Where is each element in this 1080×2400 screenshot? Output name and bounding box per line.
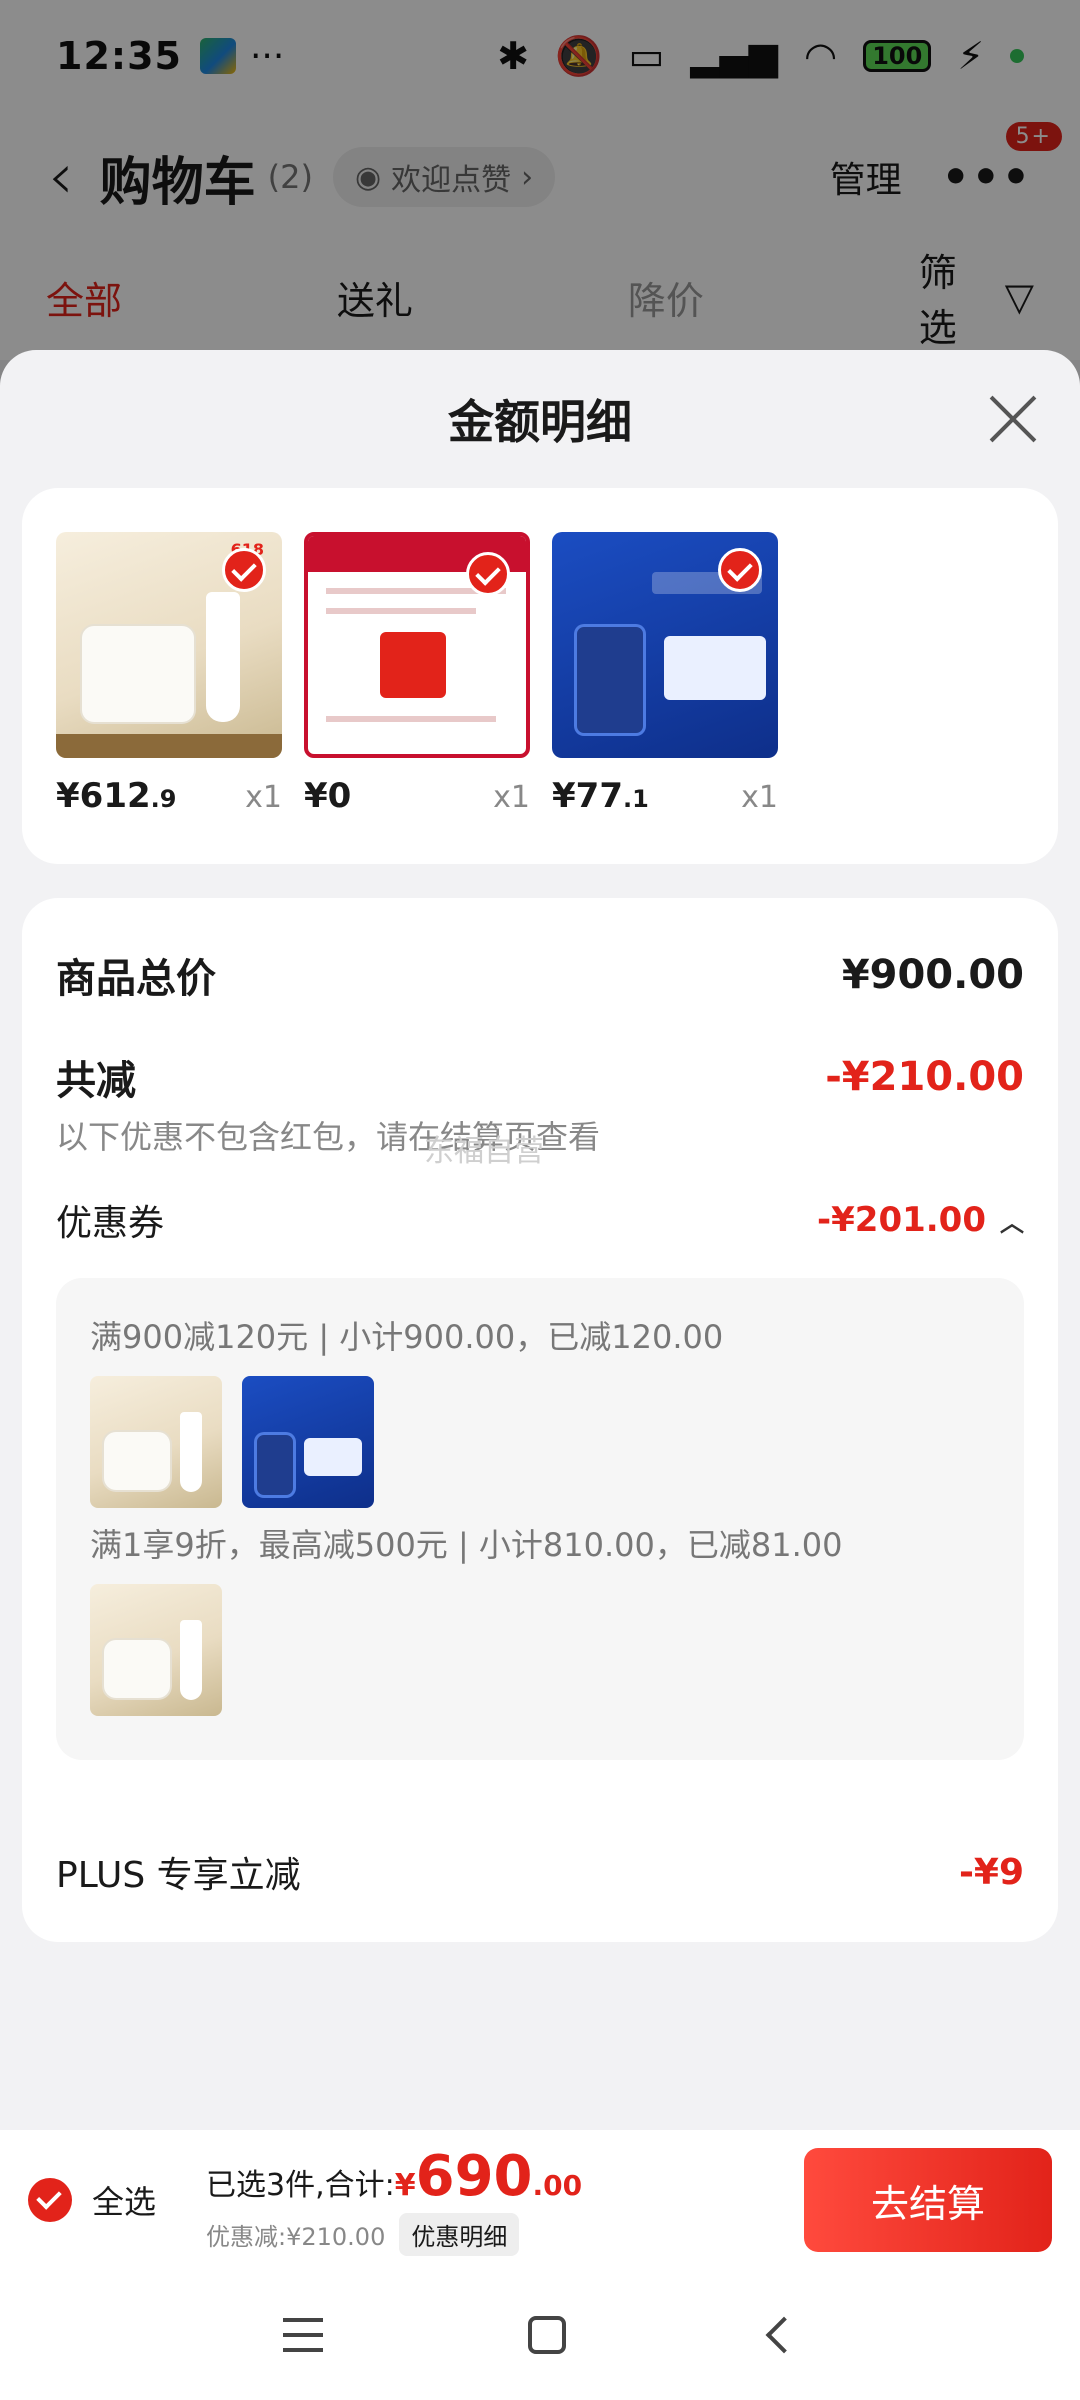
promo-banner-graphic <box>664 636 766 700</box>
selected-products-card: 618 ¥612.9 x1 ¥0 x1 <box>22 488 1058 864</box>
tube-graphic <box>180 1620 202 1700</box>
back-nav-icon[interactable] <box>765 2316 803 2354</box>
discount-detail-button[interactable]: 优惠明细 <box>399 2213 520 2256</box>
sheet-header: 金额明细 <box>0 350 1080 488</box>
chevron-up-icon: ︿ <box>1000 1208 1024 1237</box>
promo-banner-graphic <box>304 1438 362 1476</box>
bottle-graphic <box>574 624 646 736</box>
total-line: 已选3件,合计: ¥ 690 .00 <box>206 2144 582 2209</box>
discount-line: 优惠减:¥210.00 优惠明细 <box>206 2213 582 2256</box>
bottle-graphic <box>254 1432 296 1498</box>
price-row: ¥612.9 x1 <box>56 776 282 816</box>
sheet-title: 金额明细 <box>448 395 632 449</box>
coupon-product-thumb <box>90 1376 222 1508</box>
total-price-row: 商品总价 ¥900.00 <box>56 946 1024 1004</box>
jar-graphic <box>104 1640 170 1698</box>
product-image <box>304 532 530 758</box>
recent-apps-icon[interactable] <box>282 2318 323 2352</box>
coupon-product-thumb <box>90 1584 222 1716</box>
jar-graphic <box>82 626 194 722</box>
checkout-bar: 全选 已选3件,合计: ¥ 690 .00 优惠减:¥210.00 优惠明细 去… <box>0 2130 1080 2270</box>
close-icon[interactable] <box>986 392 1040 446</box>
plus-discount-row: PLUS 专享立减 -¥9 <box>56 1846 1024 1898</box>
product-price: ¥0 <box>304 776 352 816</box>
tube-graphic <box>206 592 240 722</box>
product-image <box>552 532 778 758</box>
product-item[interactable]: ¥0 x1 <box>304 532 530 816</box>
coupon-row[interactable]: 优惠券 -¥201.00 ︿ <box>56 1194 1024 1246</box>
select-all-label: 全选 <box>92 2183 157 2221</box>
product-price: ¥612.9 <box>56 776 177 816</box>
total-price-label: 商品总价 <box>56 956 216 1002</box>
coupon-rule: 满900减120元 | 小计900.00，已减120.00 <box>90 1318 724 1356</box>
price-row: ¥77.1 x1 <box>552 776 778 816</box>
coupon-detail-box: 满900减120元 | 小计900.00，已减120.00 满1享9折，最高减5… <box>56 1278 1024 1760</box>
price-row: ¥0 x1 <box>304 776 530 816</box>
check-icon <box>466 552 510 596</box>
total-decimal: .00 <box>532 2169 583 2202</box>
total-reduction-label: 共减 <box>56 1058 136 1104</box>
home-icon[interactable] <box>527 2316 566 2354</box>
text-line-graphic <box>326 608 476 614</box>
coupon-graphic <box>380 632 446 698</box>
coupon-product-thumb <box>242 1376 374 1508</box>
total-price-value: ¥900.00 <box>841 952 1024 998</box>
amount-detail-sheet: 金额明细 618 ¥612.9 x1 <box>0 350 1080 2130</box>
plus-discount-value: -¥9 <box>958 1851 1024 1893</box>
total-amount: 690 <box>415 2144 533 2209</box>
product-qty: x1 <box>245 780 282 815</box>
ribbon-graphic <box>56 734 282 758</box>
product-item[interactable]: ¥77.1 x1 <box>552 532 778 816</box>
discount-text: 优惠减:¥210.00 <box>206 2223 386 2251</box>
total-reduction-value: -¥210.00 <box>825 1054 1024 1100</box>
jar-graphic <box>104 1432 170 1490</box>
select-all-toggle[interactable]: 全选 <box>28 2177 156 2223</box>
system-navigation-bar <box>0 2270 1080 2400</box>
product-price: ¥77.1 <box>552 776 649 816</box>
watermark-text: 东福自营 <box>424 1134 544 1169</box>
check-icon <box>222 548 266 592</box>
coupon-value: -¥201.00 ︿ <box>817 1200 1024 1240</box>
total-reduction-row: 共减 -¥210.00 <box>56 1048 1024 1106</box>
check-icon <box>718 548 762 592</box>
check-icon <box>28 2178 72 2222</box>
checkout-button[interactable]: 去结算 <box>804 2148 1052 2252</box>
plus-discount-label: PLUS 专享立减 <box>56 1855 301 1896</box>
text-line-graphic <box>326 716 496 722</box>
product-qty: x1 <box>493 780 530 815</box>
tube-graphic <box>180 1412 202 1492</box>
product-image: 618 <box>56 532 282 758</box>
selected-count-text: 已选3件,合计: <box>206 2168 395 2203</box>
price-breakdown-card: 商品总价 ¥900.00 共减 -¥210.00 以下优惠不包含红包，请在结算页… <box>22 898 1058 1942</box>
order-totals: 已选3件,合计: ¥ 690 .00 优惠减:¥210.00 优惠明细 <box>206 2144 582 2256</box>
product-qty: x1 <box>741 780 778 815</box>
product-item[interactable]: 618 ¥612.9 x1 <box>56 532 282 816</box>
coupon-label: 优惠券 <box>56 1203 165 1244</box>
coupon-rule: 满1享9折，最高减500元 | 小计810.00，已减81.00 <box>90 1526 843 1564</box>
currency-symbol: ¥ <box>394 2168 416 2203</box>
